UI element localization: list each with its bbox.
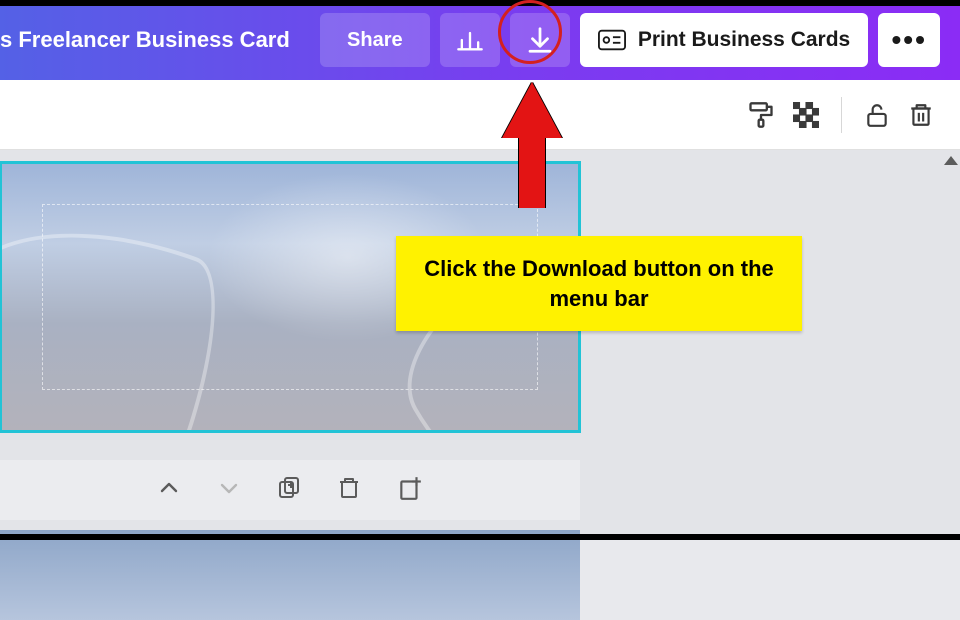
- print-button-label: Print Business Cards: [638, 28, 850, 52]
- letterbox-top: [0, 0, 960, 6]
- delete-button[interactable]: [908, 101, 934, 129]
- duplicate-icon: [277, 476, 301, 500]
- print-badge-icon: [598, 29, 626, 51]
- paint-roller-icon: [747, 101, 775, 129]
- toolbar-divider: [841, 97, 842, 133]
- duplicate-page-button[interactable]: [277, 476, 301, 505]
- download-icon: [525, 25, 555, 55]
- chevron-up-icon: [157, 476, 181, 500]
- letterbox-bottom: [0, 534, 960, 540]
- lock-open-icon: [864, 101, 890, 129]
- styles-button[interactable]: [747, 101, 775, 129]
- transparency-button[interactable]: [793, 102, 819, 128]
- print-business-cards-button[interactable]: Print Business Cards: [580, 13, 868, 67]
- menu-bar: s Freelancer Business Card Share Print B…: [0, 0, 960, 80]
- trash-icon: [908, 101, 934, 129]
- scroll-up-arrow[interactable]: [944, 156, 958, 165]
- lock-button[interactable]: [864, 101, 890, 129]
- transparency-icon: [793, 102, 819, 128]
- share-button[interactable]: Share: [320, 13, 430, 67]
- analytics-icon: [456, 26, 484, 54]
- canvas-area[interactable]: [0, 150, 960, 540]
- callout-tooltip: Click the Download button on the menu ba…: [396, 236, 802, 331]
- page-move-up-button[interactable]: [157, 476, 181, 505]
- trash-icon: [337, 475, 361, 501]
- page-move-down-button[interactable]: [217, 476, 241, 505]
- analytics-button[interactable]: [440, 13, 500, 67]
- document-title[interactable]: s Freelancer Business Card: [0, 27, 290, 53]
- delete-page-button[interactable]: [337, 475, 361, 506]
- more-icon: •••: [892, 24, 927, 56]
- design-page-2[interactable]: [0, 530, 580, 620]
- more-button[interactable]: •••: [878, 13, 940, 67]
- add-page-icon: [397, 475, 423, 501]
- context-toolbar: [0, 80, 960, 150]
- page-controls: [0, 460, 580, 520]
- add-page-button[interactable]: [397, 475, 423, 506]
- chevron-down-icon: [217, 476, 241, 500]
- download-button[interactable]: [510, 13, 570, 67]
